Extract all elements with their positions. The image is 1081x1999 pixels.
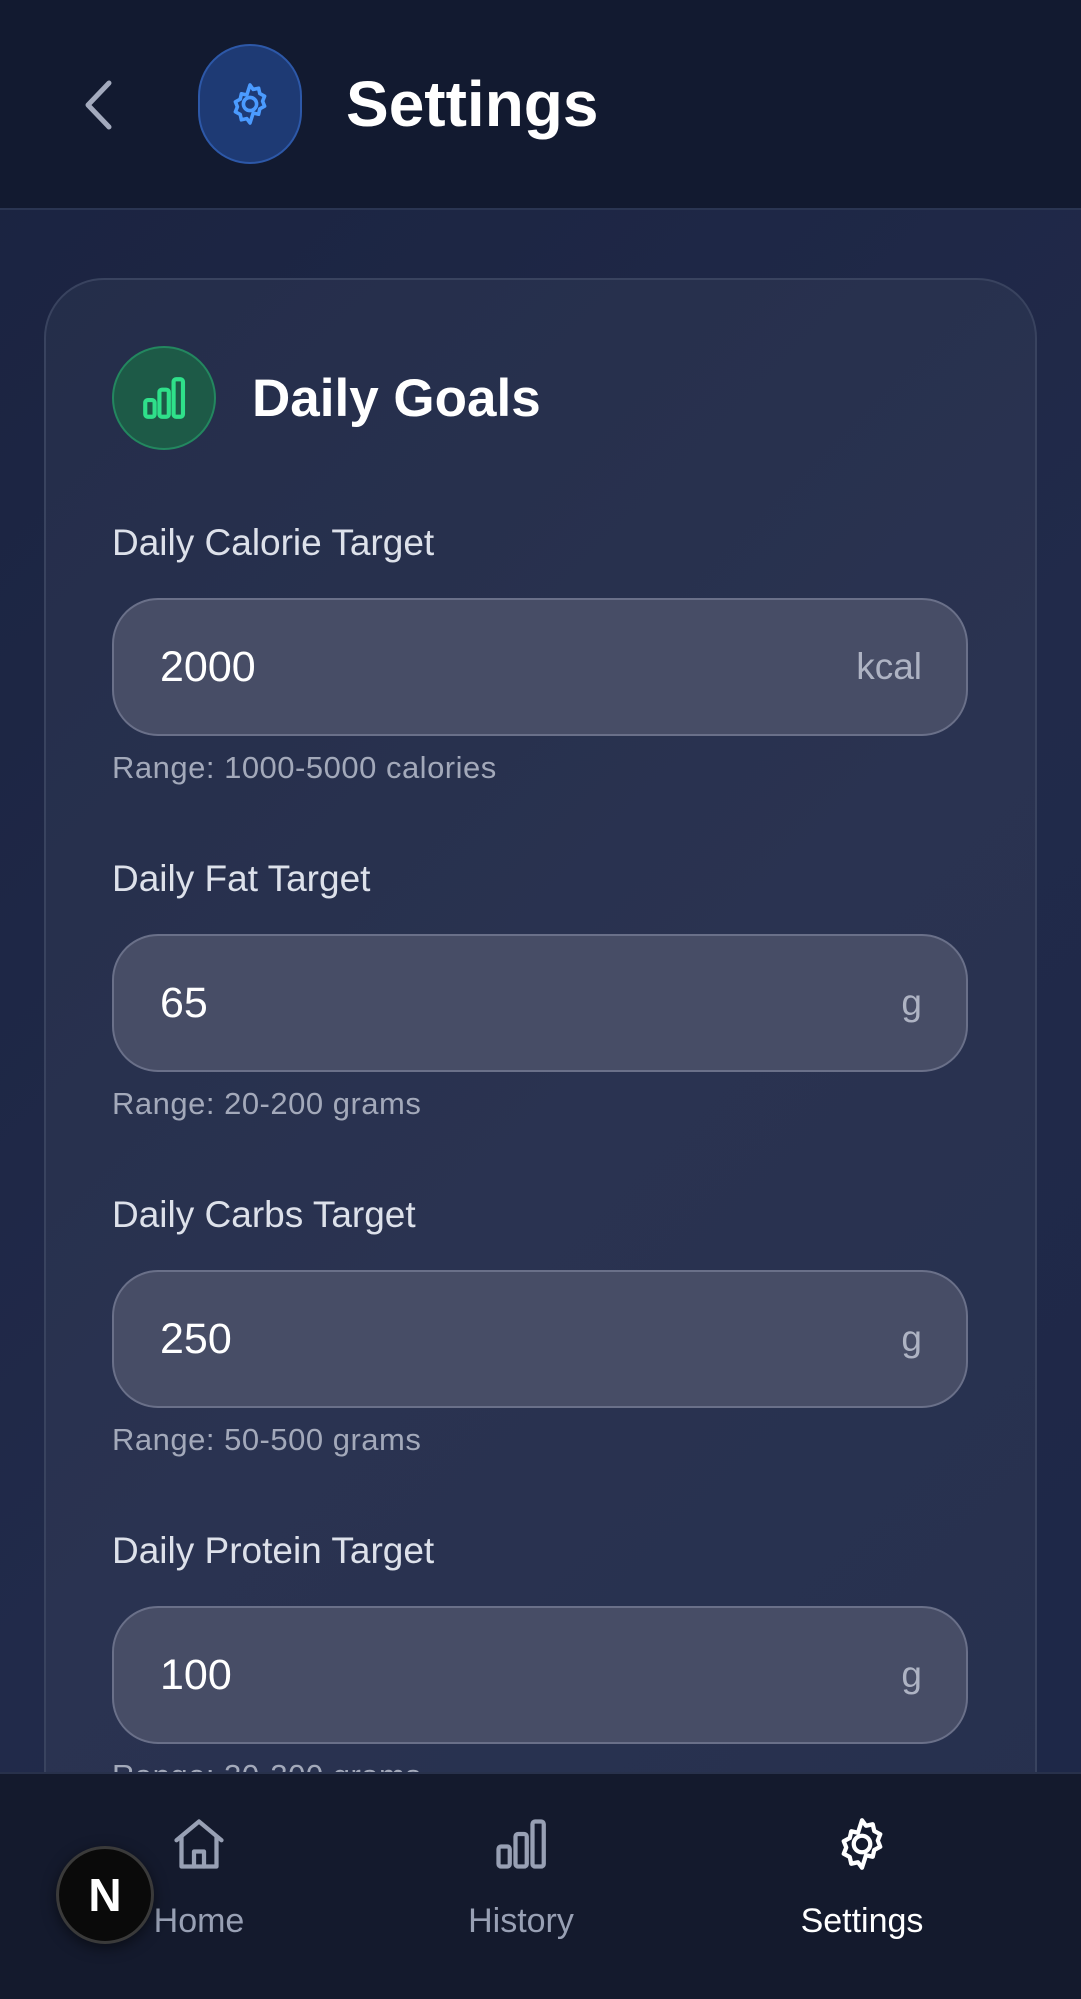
goals-icon-badge <box>112 346 216 450</box>
carbs-target-input[interactable]: 250 g <box>112 1270 968 1408</box>
bar-chart-icon <box>491 1804 551 1884</box>
field-value[interactable]: 250 <box>160 1315 232 1364</box>
nav-label: History <box>468 1902 574 1940</box>
top-bar: Settings <box>0 0 1081 210</box>
nav-label: Home <box>153 1902 245 1940</box>
gear-icon <box>832 1804 892 1884</box>
calorie-target-field: Daily Calorie Target 2000 kcal Range: 10… <box>112 518 968 786</box>
page-title: Settings <box>346 68 599 140</box>
gear-icon <box>233 83 267 125</box>
field-value[interactable]: 100 <box>160 1651 232 1700</box>
nav-item-history[interactable]: History <box>411 1804 631 1954</box>
field-unit: g <box>901 1654 922 1695</box>
field-label: Daily Calorie Target <box>112 522 435 563</box>
chevron-left-icon <box>85 80 112 130</box>
back-button[interactable] <box>70 70 126 140</box>
protein-target-input[interactable]: 100 g <box>112 1606 968 1744</box>
bottom-nav: Home History Settings <box>0 1772 1081 1999</box>
field-label: Daily Carbs Target <box>112 1194 416 1235</box>
field-hint: Range: 1000-5000 calories <box>112 750 497 785</box>
field-hint: Range: 20-200 grams <box>112 1086 422 1121</box>
settings-header-badge <box>198 44 302 164</box>
field-label: Daily Protein Target <box>112 1530 435 1571</box>
badge-letter: N <box>88 1869 122 1921</box>
field-unit: g <box>901 1318 922 1359</box>
fat-target-input[interactable]: 65 g <box>112 934 968 1072</box>
card-title: Daily Goals <box>252 368 541 428</box>
field-unit: kcal <box>856 646 922 687</box>
dev-tools-badge[interactable]: N <box>56 1846 154 1944</box>
field-value[interactable]: 2000 <box>160 643 256 692</box>
field-value[interactable]: 65 <box>160 979 208 1028</box>
bar-chart-icon <box>143 377 186 419</box>
field-unit: g <box>901 982 922 1023</box>
daily-goals-header: Daily Goals <box>112 346 541 450</box>
home-icon <box>169 1804 229 1884</box>
calorie-target-input[interactable]: 2000 kcal <box>112 598 968 736</box>
nav-item-settings[interactable]: Settings <box>752 1804 972 1954</box>
nav-label: Settings <box>800 1902 924 1940</box>
carbs-target-field: Daily Carbs Target 250 g Range: 50-500 g… <box>112 1190 968 1458</box>
protein-target-field: Daily Protein Target 100 g Range: 30-300… <box>112 1526 968 1794</box>
fat-target-field: Daily Fat Target 65 g Range: 20-200 gram… <box>112 854 968 1122</box>
settings-screen: Settings Daily Goals Daily Calorie Targe… <box>0 0 1081 1999</box>
field-label: Daily Fat Target <box>112 858 371 899</box>
field-hint: Range: 50-500 grams <box>112 1422 422 1457</box>
